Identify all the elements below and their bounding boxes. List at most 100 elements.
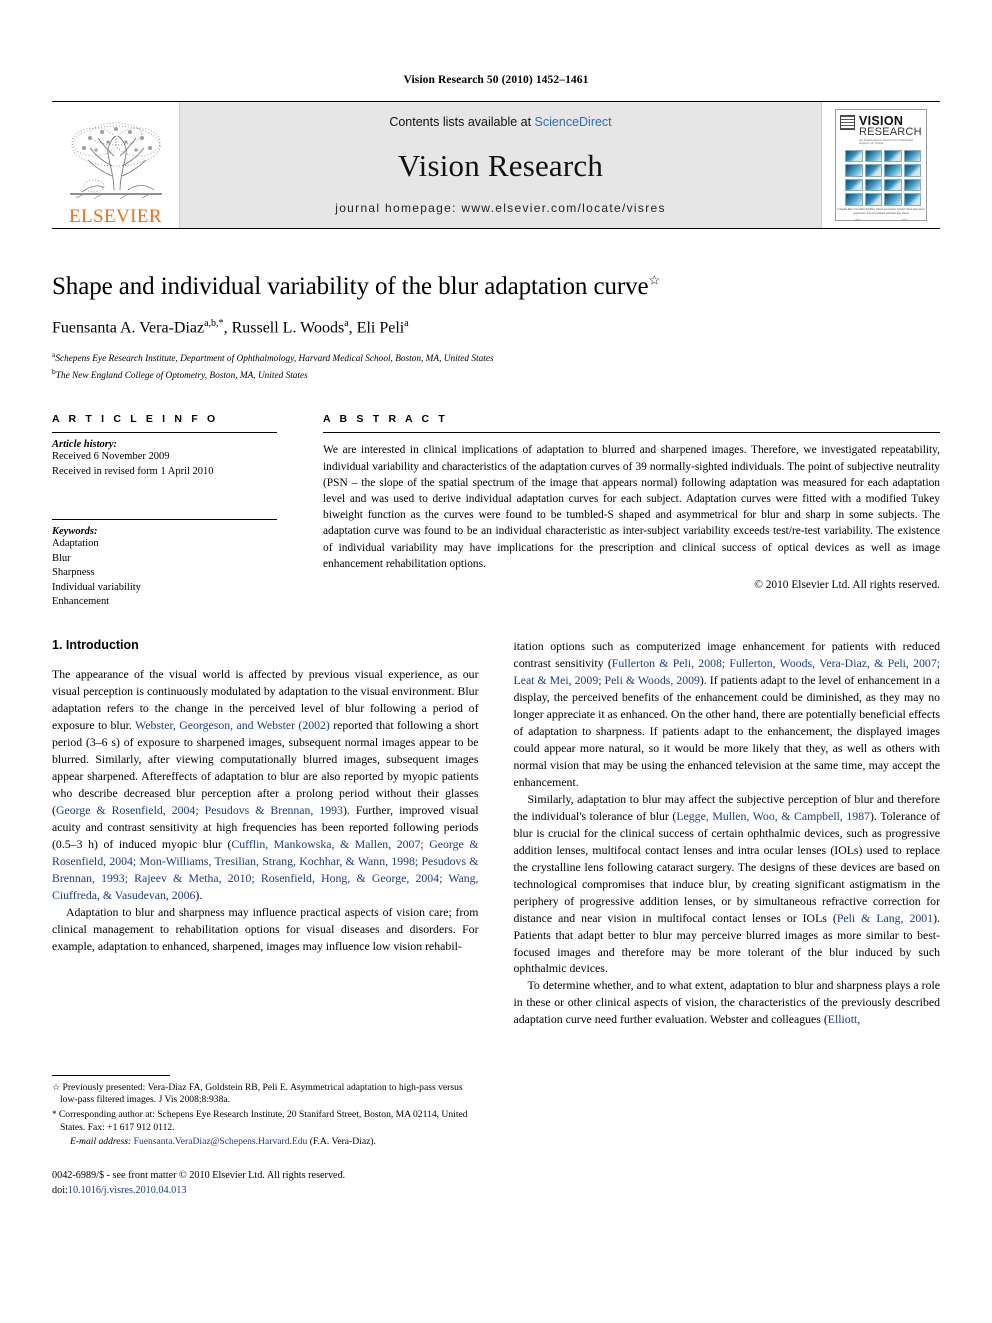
cover-grid-cell <box>903 164 921 177</box>
abstract-copyright: © 2010 Elsevier Ltd. All rights reserved… <box>754 578 940 591</box>
title-block: Shape and individual variability of the … <box>52 273 940 383</box>
keywords-block: Keywords: Adaptation Blur Sharpness Indi… <box>52 519 277 609</box>
abstract-heading: A B S T R A C T <box>323 413 448 426</box>
divider <box>52 432 277 434</box>
cover-dot <box>876 219 886 220</box>
cover-dot <box>865 219 875 220</box>
sciencedirect-link[interactable]: ScienceDirect <box>535 115 612 129</box>
email-link[interactable]: Fuensanta.VeraDiaz@Schepens.Harvard.Edu <box>134 1136 308 1147</box>
author-name: Fuensanta A. Vera-Diaz <box>52 319 205 337</box>
article-info-column: A R T I C L E I N F O Article history: R… <box>52 413 277 609</box>
footnote-divider <box>52 1074 170 1076</box>
journal-cover-block: VISION RESEARCH An International Journal… <box>821 102 940 228</box>
cover-grid-cell <box>864 149 882 163</box>
cover-dot <box>840 219 850 220</box>
article-history-label: Article history: <box>52 439 118 451</box>
elsevier-logo-block: ELSEVIER <box>52 102 180 228</box>
cover-grid-cell <box>864 193 882 206</box>
cover-grid-cell <box>884 164 902 177</box>
keywords-label: Keywords: <box>52 526 98 538</box>
doi-label: doi: <box>52 1184 68 1196</box>
body-paragraph: itation options such as computerized ima… <box>513 638 941 789</box>
affiliation-item: bThe New England College of Optometry, B… <box>52 367 940 384</box>
introduction-block: 1. Introduction The appearance of the vi… <box>52 638 479 1069</box>
cover-figure-grid <box>845 149 921 206</box>
citation-link[interactable]: Cufflin, Mankowska, & Mallen, 2007; Geor… <box>52 837 479 902</box>
author-sup: a,b,* <box>204 317 224 329</box>
cover-grid-cell <box>903 149 921 163</box>
author-sup: a <box>344 317 349 329</box>
footnote-text: Corresponding author at: Schepens Eye Re… <box>58 1109 468 1134</box>
footnote-star-icon: ☆ <box>52 1081 61 1092</box>
cover-grid-cell <box>884 178 902 192</box>
cover-dot <box>851 218 863 220</box>
cover-grid-cell <box>884 193 902 206</box>
cover-titles: VISION RESEARCH An International Journal… <box>859 115 922 145</box>
divider <box>323 432 940 434</box>
cover-caption: Contents lists: Circadian rhythms, Visua… <box>837 207 925 215</box>
running-head: Vision Research 50 (2010) 1452–1461 <box>403 74 589 86</box>
footnote-previously-presented: ☆ Previously presented: Vera-Diaz FA, Go… <box>52 1081 479 1108</box>
email-label: E-mail address: <box>70 1136 132 1148</box>
footnote-email-line: E-mail address: Fuensanta.VeraDiaz@Schep… <box>52 1136 479 1149</box>
citation-link[interactable]: Peli & Lang, 2001 <box>837 911 933 925</box>
cover-grid-cell <box>845 178 863 192</box>
keyword-item: Enhancement <box>52 596 110 608</box>
paper-title-text: Shape and individual variability of the … <box>52 273 649 300</box>
cover-dot <box>899 218 911 220</box>
cover-grid-cell <box>845 149 863 163</box>
keyword-item: Adaptation <box>52 538 99 550</box>
article-info-heading: A R T I C L E I N F O <box>52 413 219 426</box>
footnote-text: Previously presented: Vera-Diaz FA, Gold… <box>60 1081 463 1106</box>
contents-prefix: Contents lists available at <box>389 115 535 129</box>
cover-grid-cell <box>845 164 863 177</box>
journal-title: Vision Research <box>397 147 604 183</box>
email-suffix: (F.A. Vera-Diaz). <box>309 1136 376 1148</box>
body-paragraph: Similarly, adaptation to blur may affect… <box>513 791 941 976</box>
footnote-asterisk-icon: * <box>52 1109 57 1120</box>
doi-link[interactable]: 10.1016/j.visres.2010.04.013 <box>68 1185 187 1196</box>
cover-dot <box>912 219 922 220</box>
author-sup: a <box>404 317 409 329</box>
cover-dot <box>887 219 897 220</box>
cover-grid-cell <box>903 178 921 192</box>
journal-cover-thumbnail: VISION RESEARCH An International Journal… <box>835 109 927 221</box>
cover-dot-row <box>836 218 926 220</box>
journal-homepage-link[interactable]: journal homepage: www.elsevier.com/locat… <box>335 201 666 215</box>
keyword-item: Individual variability <box>52 581 141 593</box>
doi-line: doi:10.1016/j.visres.2010.04.013 <box>52 1184 479 1198</box>
issn-footer: 0042-6989/$ - see front matter © 2010 El… <box>52 1169 479 1198</box>
citation-link[interactable]: Legge, Mullen, Woo, & Campbell, 1987 <box>676 809 870 823</box>
citation-link[interactable]: Webster, Georgeson, and Webster (2002) <box>135 718 330 732</box>
cover-publisher-icon <box>840 115 855 130</box>
author-name: Eli Peli <box>356 319 405 337</box>
keyword-item: Blur <box>52 552 71 564</box>
author-name: Russell L. Woods <box>231 319 345 337</box>
body-paragraph: To determine whether, and to what extent… <box>513 978 941 1027</box>
citation-link[interactable]: George & Rosenfield, 2004; Pesudovs & Br… <box>56 803 343 817</box>
keyword-item: Sharpness <box>52 567 95 579</box>
cover-grid-cell <box>864 178 882 192</box>
cover-header: VISION RESEARCH An International Journal… <box>836 110 926 145</box>
citation-link[interactable]: Elliott, <box>828 1012 860 1026</box>
article-history-line: Received 6 November 2009 <box>52 451 170 463</box>
author-list: Fuensanta A. Vera-Diaza,b,*, Russell L. … <box>52 317 409 337</box>
body-column-left: 1. Introduction The appearance of the vi… <box>52 638 479 1198</box>
info-abstract-section: A R T I C L E I N F O Article history: R… <box>52 413 940 609</box>
citation-link[interactable]: Fullerton & Peli, 2008; Fullerton, Woods… <box>514 656 941 687</box>
cover-grid-cell <box>845 193 863 206</box>
article-history-line: Received in revised form 1 April 2010 <box>52 465 214 477</box>
body-columns: 1. Introduction The appearance of the vi… <box>52 638 940 1198</box>
footnote-corresponding-author: * Corresponding author at: Schepens Eye … <box>52 1108 479 1135</box>
title-footnote-star-icon: ☆ <box>648 272 661 288</box>
masthead-center: Contents lists available at ScienceDirec… <box>180 102 821 228</box>
affiliation-text: Schepens Eye Research Institute, Departm… <box>55 354 494 365</box>
abstract-column: A B S T R A C T We are interested in cli… <box>323 413 940 609</box>
issn-line: 0042-6989/$ - see front matter © 2010 El… <box>52 1170 346 1182</box>
divider <box>52 519 277 521</box>
cover-subtitle: An International Journal for Functional … <box>859 137 914 145</box>
affiliation-text: The New England College of Optometry, Bo… <box>55 370 308 381</box>
affiliation-item: aSchepens Eye Research Institute, Depart… <box>52 350 940 367</box>
body-paragraph: The appearance of the visual world is af… <box>52 666 479 902</box>
abstract-text: We are interested in clinical implicatio… <box>323 444 940 570</box>
